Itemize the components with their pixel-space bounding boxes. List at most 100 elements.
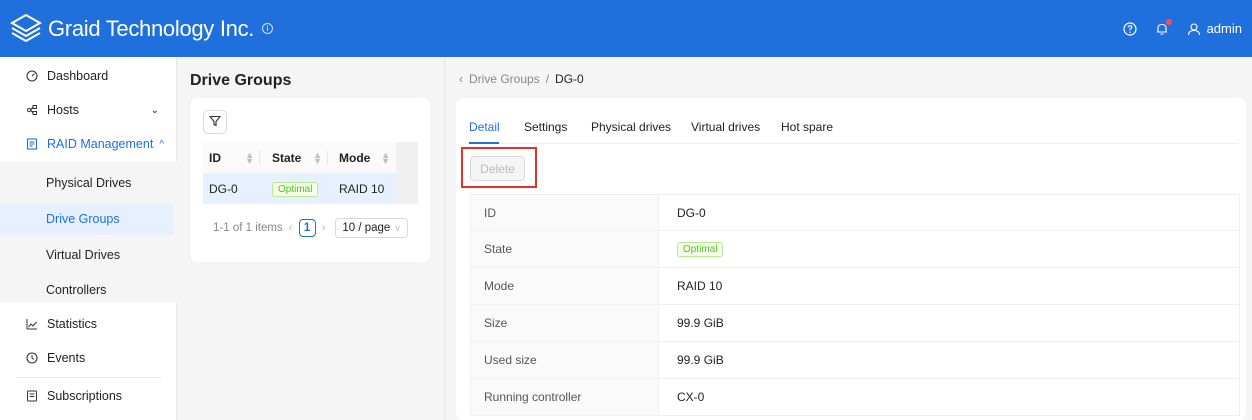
detail-row-id: ID DG-0	[470, 194, 1240, 231]
drive-groups-card: ID ▲ ▼ State ▲ ▼ Mode ▲ ▼ DG-0 Optimal RAID…	[190, 98, 430, 262]
bell-icon[interactable]	[1155, 18, 1172, 36]
pane-divider	[444, 57, 445, 420]
chevron-up-icon: ^	[159, 138, 165, 150]
dashboard-icon	[26, 70, 38, 82]
company-name: Graid Technology Inc.	[48, 15, 255, 41]
notification-badge	[1165, 18, 1172, 25]
detail-label: Used size	[471, 342, 659, 378]
page-size-select[interactable]: 10 / page ∨	[335, 218, 408, 238]
chevron-down-icon: ∨	[394, 222, 401, 233]
tab-virtual-drives[interactable]: Virtual drives	[691, 120, 760, 134]
line-chart-icon	[26, 318, 38, 330]
page-title: Drive Groups	[190, 72, 292, 89]
detail-label: Size	[471, 305, 659, 341]
filter-icon	[208, 115, 222, 130]
detail-value: RAID 10	[677, 279, 723, 293]
detail-descriptions: ID DG-0 State Optimal Mode RAID 10 Size …	[470, 194, 1240, 416]
sidebar-item-label: Dashboard	[47, 69, 109, 83]
clock-icon	[26, 352, 38, 364]
scrollbar-gutter	[396, 142, 418, 173]
detail-tabs: Detail Settings Physical drives Virtual …	[469, 98, 1239, 144]
pagination: 1-1 of 1 items ‹ 1 › 10 / page ∨	[213, 218, 423, 238]
detail-row-used-size: Used size 99.9 GiB	[470, 342, 1240, 379]
company-logo[interactable]: Graid Technology Inc. i	[0, 0, 274, 57]
cell-mode: RAID 10	[339, 182, 385, 196]
column-label: ID	[209, 150, 221, 165]
raid-submenu: Physical Drives Drive Groups Virtual Dri…	[0, 161, 177, 303]
graid-logo-icon	[8, 9, 44, 48]
breadcrumb-parent[interactable]: Drive Groups	[469, 72, 540, 86]
table-header: ID ▲ ▼ State ▲ ▼ Mode ▲ ▼	[203, 142, 418, 174]
column-label: State	[272, 150, 302, 165]
cluster-icon	[26, 104, 38, 116]
detail-label: State	[471, 231, 659, 267]
cell-id: DG-0	[209, 182, 238, 196]
page-number[interactable]: 1	[298, 219, 316, 237]
detail-row-running-controller: Running controller CX-0	[470, 379, 1240, 416]
status-badge: Optimal	[677, 241, 724, 257]
pagination-summary: 1-1 of 1 items	[213, 222, 283, 234]
top-header: Graid Technology Inc. i admin	[0, 0, 1252, 57]
sidebar-item-hosts[interactable]: Hosts ⌄	[0, 93, 177, 127]
drive-groups-table: ID ▲ ▼ State ▲ ▼ Mode ▲ ▼ DG-0 Optimal RAID…	[203, 142, 418, 204]
chevron-left-icon[interactable]: ‹	[459, 72, 463, 86]
document-icon	[26, 138, 38, 150]
detail-label: Running controller	[471, 379, 659, 415]
breadcrumb: ‹ Drive Groups / DG-0	[459, 72, 584, 86]
sidebar: Dashboard Hosts ⌄ RAID Management ^ Phys…	[0, 57, 177, 420]
sidebar-item-label: Hosts	[47, 103, 79, 117]
table-row[interactable]: DG-0 Optimal RAID 10	[203, 174, 418, 204]
prev-page-icon[interactable]: ‹	[289, 222, 293, 234]
detail-value: 99.9 GiB	[677, 353, 724, 367]
detail-card: Detail Settings Physical drives Virtual …	[456, 98, 1246, 420]
detail-value: CX-0	[677, 390, 705, 404]
sidebar-item-physical-drives[interactable]: Physical Drives	[0, 167, 177, 199]
detail-value: Optimal	[659, 231, 724, 267]
file-icon	[26, 390, 38, 402]
sidebar-item-subscriptions[interactable]: Subscriptions	[0, 379, 177, 413]
next-page-icon[interactable]: ›	[322, 222, 326, 234]
column-header-state[interactable]: State ▲ ▼	[260, 142, 328, 173]
sidebar-item-statistics[interactable]: Statistics	[0, 307, 177, 341]
sort-icon: ▲ ▼	[245, 149, 254, 166]
tab-settings[interactable]: Settings	[524, 120, 567, 134]
sidebar-item-label: RAID Management	[47, 137, 154, 151]
sidebar-item-drive-groups[interactable]: Drive Groups	[0, 203, 173, 235]
detail-row-state: State Optimal	[470, 231, 1240, 268]
tab-detail[interactable]: Detail	[469, 120, 500, 134]
sort-icon: ▲ ▼	[381, 149, 390, 166]
detail-row-size: Size 99.9 GiB	[470, 305, 1240, 342]
sidebar-item-dashboard[interactable]: Dashboard	[0, 59, 177, 93]
status-badge: Optimal	[272, 181, 319, 197]
delete-button[interactable]: Delete	[470, 156, 525, 181]
tab-hot-spare[interactable]: Hot spare	[781, 120, 833, 134]
scrollbar-gutter	[396, 174, 418, 204]
sidebar-item-raid-management[interactable]: RAID Management ^	[0, 127, 177, 161]
info-icon[interactable]: i	[262, 23, 274, 34]
sidebar-item-controllers[interactable]: Controllers	[0, 274, 177, 306]
detail-row-mode: Mode RAID 10	[470, 268, 1240, 305]
sidebar-item-virtual-drives[interactable]: Virtual Drives	[0, 239, 177, 271]
breadcrumb-current: DG-0	[555, 72, 584, 86]
active-tab-indicator	[469, 142, 499, 144]
cell-state: Optimal	[260, 174, 328, 204]
breadcrumb-separator: /	[545, 72, 550, 86]
column-header-mode[interactable]: Mode ▲ ▼	[328, 142, 396, 173]
sidebar-item-events[interactable]: Events	[0, 341, 177, 375]
column-header-id[interactable]: ID ▲ ▼	[203, 142, 260, 173]
detail-label: ID	[471, 195, 659, 230]
chevron-down-icon: ⌄	[150, 104, 159, 116]
tab-physical-drives[interactable]: Physical drives	[591, 120, 671, 134]
sidebar-divider	[16, 377, 161, 378]
sidebar-item-label: Statistics	[47, 317, 98, 331]
username: admin	[1206, 21, 1242, 36]
detail-label: Mode	[471, 268, 659, 304]
filter-button[interactable]	[203, 110, 227, 134]
question-circle-icon[interactable]	[1122, 21, 1137, 36]
sort-icon: ▲ ▼	[313, 149, 322, 166]
page-size-value: 10 / page	[342, 222, 391, 234]
user-menu[interactable]: admin	[1187, 21, 1242, 36]
detail-value: 99.9 GiB	[677, 316, 724, 330]
sidebar-item-label: Events	[47, 351, 86, 365]
user-icon	[1187, 22, 1201, 36]
